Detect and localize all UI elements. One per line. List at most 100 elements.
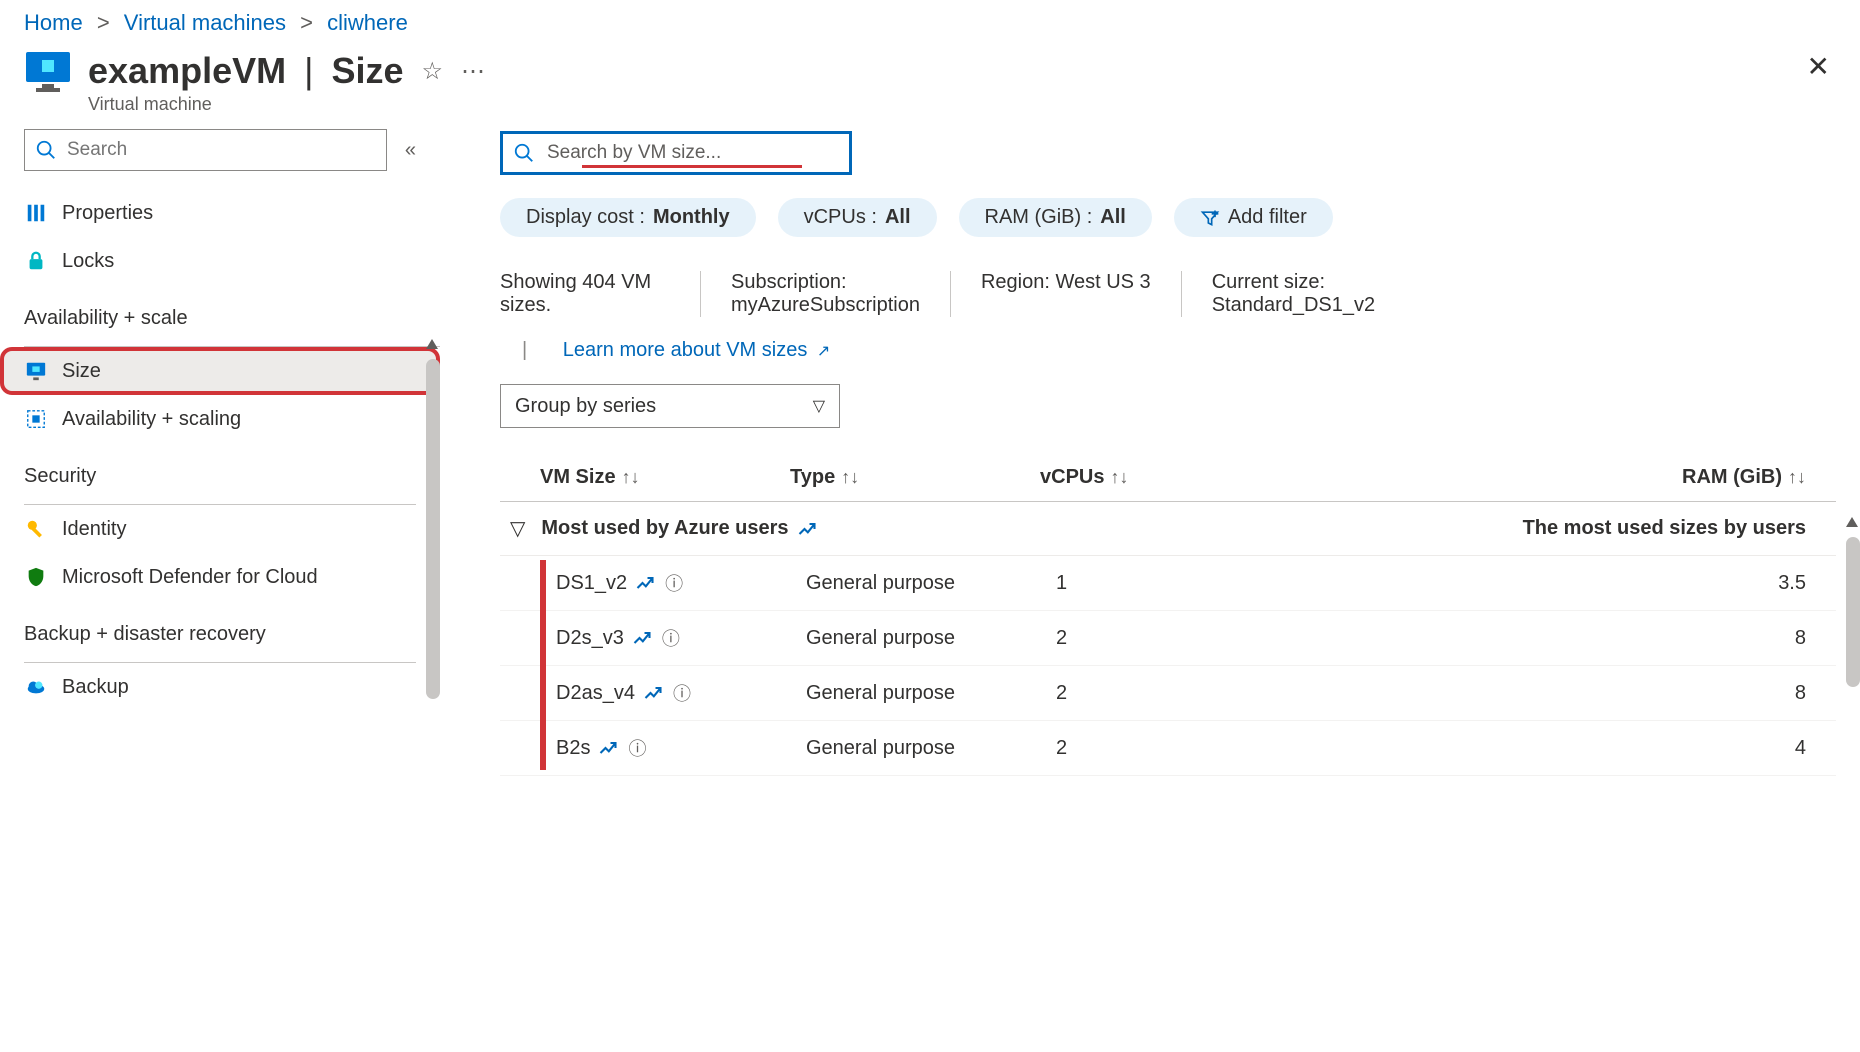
sidebar-item-defender[interactable]: Microsoft Defender for Cloud [0, 553, 440, 601]
cell-vcpus: 2 [1056, 627, 1306, 650]
cell-vm-size: D2s_v3ⓘ [556, 625, 806, 651]
breadcrumb: Home > Virtual machines > cliwhere [0, 0, 1860, 44]
filter-label: Display cost : [526, 206, 645, 229]
chevron-down-icon: ▽ [510, 516, 525, 541]
info-icon[interactable]: ⓘ [665, 570, 683, 596]
sidebar-item-locks[interactable]: Locks [0, 237, 440, 285]
shield-icon [24, 565, 48, 589]
trend-up-icon [598, 738, 618, 758]
filter-ram[interactable]: RAM (GiB) : All [959, 198, 1152, 237]
column-vm-size[interactable]: VM Size↑↓ [540, 466, 790, 489]
vm-size-search-input[interactable] [545, 141, 839, 165]
group-description: The most used sizes by users [1523, 517, 1806, 540]
sidebar-search[interactable] [24, 129, 387, 171]
filter-label: vCPUs : [804, 206, 877, 229]
favorite-star-icon[interactable]: ☆ [422, 57, 444, 86]
vm-icon [24, 50, 72, 94]
sidebar-search-input[interactable] [65, 138, 376, 162]
sidebar-item-label: Locks [62, 250, 114, 273]
table-row[interactable]: D2s_v3ⓘGeneral purpose28 [500, 611, 1836, 666]
scroll-up-icon[interactable] [1846, 517, 1858, 527]
vm-size-search[interactable] [500, 131, 852, 175]
close-icon[interactable]: ✕ [1807, 50, 1836, 83]
info-icon[interactable]: ⓘ [662, 625, 680, 651]
cell-vcpus: 2 [1056, 682, 1306, 705]
info-subscription-label: Subscription: [731, 271, 920, 294]
breadcrumb-home[interactable]: Home [24, 10, 83, 35]
properties-icon [24, 201, 48, 225]
cell-vm-size: D2as_v4 ⓘ [556, 680, 806, 706]
cell-vcpus: 1 [1056, 572, 1306, 595]
page-title-vm: exampleVM [88, 50, 286, 92]
info-row: Showing 404 VM sizes. Subscription: myAz… [500, 271, 1836, 317]
cell-type: General purpose [806, 737, 1056, 760]
scroll-up-icon[interactable] [426, 339, 438, 349]
sidebar-item-label: Availability + scaling [62, 408, 241, 431]
search-icon [35, 139, 57, 161]
info-current-value: Standard_DS1_v2 [1212, 294, 1375, 317]
filter-label: RAM (GiB) : [985, 206, 1093, 229]
cell-vcpus: 2 [1056, 737, 1306, 760]
column-type[interactable]: Type↑↓ [790, 466, 1040, 489]
vm-size-name: DS1_v2 [556, 572, 627, 595]
learn-more-link[interactable]: Learn more about VM sizes ↗ [563, 339, 831, 361]
sidebar-item-availability-scaling[interactable]: Availability + scaling [0, 395, 440, 443]
table-row[interactable]: DS1_v2 ⓘ General purpose13.5 [500, 556, 1836, 611]
trend-up-icon [643, 683, 663, 703]
vm-size-name: D2as_v4 [556, 682, 635, 705]
cell-type: General purpose [806, 627, 1056, 650]
table-body: DS1_v2ⓘGeneral purpose13.5D2s_v3ⓘGeneral… [500, 556, 1836, 776]
sidebar-item-identity[interactable]: Identity [0, 505, 440, 553]
info-subscription: Subscription: myAzureSubscription [701, 271, 950, 317]
page-title-sep: | [304, 50, 313, 92]
sidebar-item-label: Size [62, 360, 101, 383]
cell-type: General purpose [806, 682, 1056, 705]
column-ram[interactable]: RAM (GiB)↑↓ [1290, 466, 1836, 489]
divider: | [522, 339, 527, 361]
sidebar-item-label: Backup [62, 676, 129, 699]
cell-ram: 3.5 [1306, 572, 1836, 595]
chevron-down-icon: ▽ [813, 396, 825, 416]
table-row[interactable]: D2as_v4 ⓘ General purpose28 [500, 666, 1836, 721]
trend-up-icon [632, 628, 652, 648]
more-icon[interactable]: ⋯ [461, 57, 485, 86]
filter-value: Monthly [653, 206, 730, 229]
main-scrollbar[interactable] [1846, 537, 1860, 687]
add-filter-button[interactable]: Add filter [1174, 198, 1333, 237]
info-icon[interactable]: ⓘ [673, 680, 691, 706]
cell-vm-size: B2sⓘ [556, 735, 806, 761]
breadcrumb-sep: > [97, 10, 110, 35]
sort-icon: ↑↓ [622, 467, 640, 487]
cell-ram: 8 [1306, 682, 1836, 705]
info-current-size: Current size: Standard_DS1_v2 [1182, 271, 1405, 317]
group-name: Most used by Azure users [541, 517, 788, 540]
cell-vm-size: DS1_v2 ⓘ [556, 570, 806, 596]
filter-vcpus[interactable]: vCPUs : All [778, 198, 937, 237]
external-link-icon: ↗ [817, 343, 830, 360]
breadcrumb-current[interactable]: cliwhere [327, 10, 408, 35]
collapse-sidebar-icon[interactable]: « [405, 139, 416, 162]
table-row[interactable]: B2sⓘGeneral purpose24 [500, 721, 1836, 776]
filter-value: All [1100, 206, 1126, 229]
page-title-section: Size [331, 50, 403, 92]
breadcrumb-vms[interactable]: Virtual machines [124, 10, 286, 35]
highlight-annotation [540, 560, 546, 770]
info-icon[interactable]: ⓘ [628, 735, 646, 761]
highlight-annotation [582, 165, 802, 168]
key-icon [24, 517, 48, 541]
add-filter-label: Add filter [1228, 206, 1307, 229]
group-by-select[interactable]: Group by series ▽ [500, 384, 840, 428]
sidebar-item-backup[interactable]: Backup [0, 663, 440, 711]
sidebar-scrollbar[interactable] [426, 359, 440, 699]
cell-ram: 8 [1306, 627, 1836, 650]
main-content: Display cost : Monthly vCPUs : All RAM (… [440, 129, 1860, 776]
group-by-value: Group by series [515, 395, 656, 418]
table-group-row[interactable]: ▽ Most used by Azure users The most used… [500, 502, 1836, 556]
sidebar-item-size[interactable]: Size [0, 347, 440, 395]
sort-icon: ↑↓ [1110, 467, 1128, 487]
filter-display-cost[interactable]: Display cost : Monthly [500, 198, 756, 237]
cell-type: General purpose [806, 572, 1056, 595]
sidebar-item-properties[interactable]: Properties [0, 189, 440, 237]
filter-value: All [885, 206, 911, 229]
column-vcpus[interactable]: vCPUs↑↓ [1040, 466, 1290, 489]
